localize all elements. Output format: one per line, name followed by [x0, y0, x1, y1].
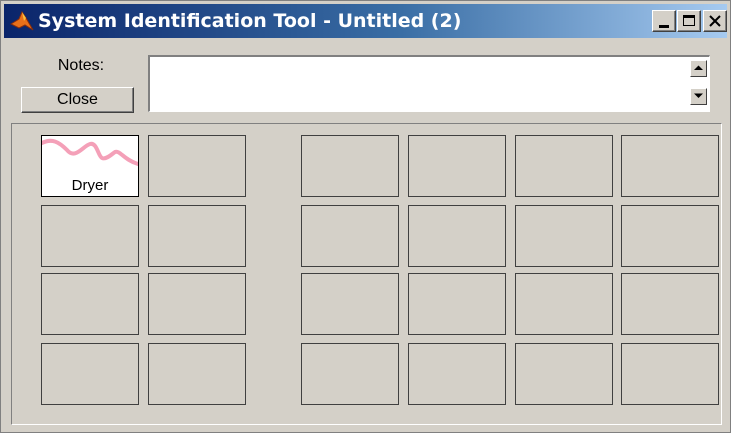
data-tile-empty[interactable] [148, 135, 246, 197]
title-bar[interactable]: System Identification Tool - Untitled (2… [4, 4, 727, 38]
data-tile-empty[interactable] [148, 343, 246, 405]
window-title: System Identification Tool - Untitled (2… [38, 10, 462, 32]
close-button[interactable]: Close [21, 87, 134, 113]
scroll-up-button[interactable] [690, 60, 707, 77]
model-tile-empty[interactable] [408, 205, 506, 267]
data-board: Dryer [11, 123, 722, 425]
triangle-up-icon [694, 65, 703, 70]
matlab-logo-icon [10, 10, 34, 31]
minimize-icon [659, 25, 669, 28]
model-tile-empty[interactable] [515, 205, 613, 267]
model-tile-empty[interactable] [301, 273, 399, 335]
data-tile-empty[interactable] [41, 343, 139, 405]
model-tile-empty[interactable] [301, 135, 399, 197]
close-icon [709, 15, 721, 27]
model-tile-empty[interactable] [408, 135, 506, 197]
notes-label: Notes: [57, 57, 105, 74]
triangle-down-icon [694, 93, 703, 98]
system-identification-window: System Identification Tool - Untitled (2… [0, 0, 731, 433]
scroll-down-button[interactable] [690, 88, 707, 105]
model-tile-empty[interactable] [621, 205, 719, 267]
minimize-button[interactable] [652, 10, 676, 32]
data-tile-dryer[interactable]: Dryer [41, 135, 139, 197]
model-tile-empty[interactable] [621, 273, 719, 335]
data-tile-label: Dryer [71, 177, 109, 194]
maximize-icon [683, 15, 695, 26]
maximize-button[interactable] [677, 10, 701, 32]
model-tile-empty[interactable] [621, 343, 719, 405]
data-tile-empty[interactable] [148, 205, 246, 267]
model-tile-empty[interactable] [515, 273, 613, 335]
model-tile-empty[interactable] [621, 135, 719, 197]
data-tile-empty[interactable] [41, 205, 139, 267]
model-tile-empty[interactable] [408, 273, 506, 335]
model-tile-empty[interactable] [515, 135, 613, 197]
model-tile-empty[interactable] [515, 343, 613, 405]
data-tile-empty[interactable] [41, 273, 139, 335]
data-tile-empty[interactable] [148, 273, 246, 335]
model-tile-empty[interactable] [301, 205, 399, 267]
close-window-button[interactable] [703, 10, 727, 32]
notes-textarea[interactable] [148, 55, 710, 112]
model-tile-empty[interactable] [301, 343, 399, 405]
model-tile-empty[interactable] [408, 343, 506, 405]
